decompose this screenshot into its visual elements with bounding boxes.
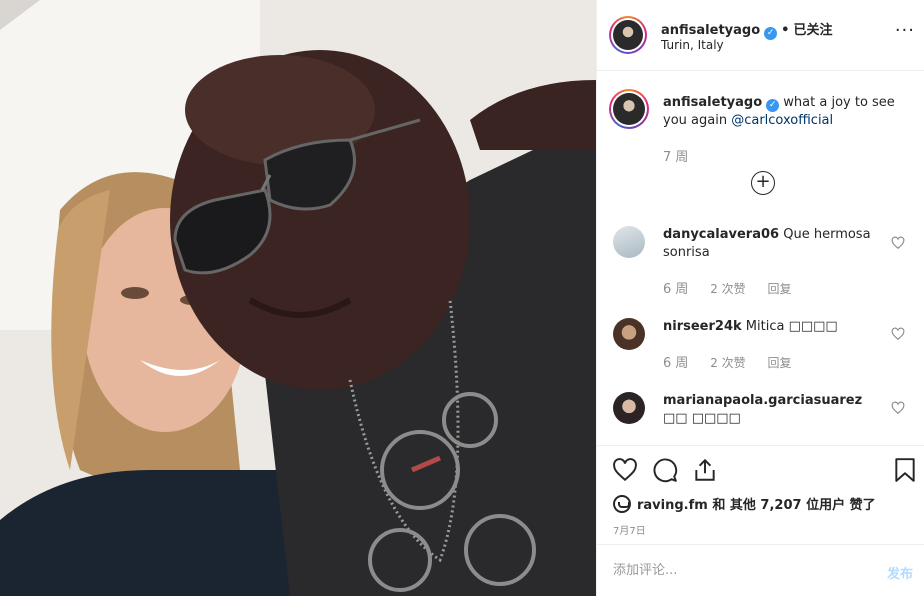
liker-avatar-icon: [613, 495, 631, 513]
post-dialog: anfisaletyago ✓ • 已关注 Turin, Italy ··· anfi…: [0, 0, 924, 596]
comment-icon[interactable]: [652, 457, 678, 483]
post-location[interactable]: Turin, Italy: [661, 38, 724, 52]
commenter-avatar[interactable]: [613, 392, 645, 424]
load-more-comments-icon[interactable]: +: [751, 171, 775, 195]
comment-meta: 6 周 2 次赞 回复: [663, 352, 810, 371]
likes-count[interactable]: 7,207: [760, 498, 801, 513]
bookmark-icon[interactable]: [892, 457, 918, 483]
commenter-username[interactable]: marianapaola.garciasuarez: [663, 393, 862, 408]
comment-reply-button[interactable]: 回复: [768, 356, 792, 370]
caption-avatar[interactable]: [609, 89, 649, 129]
author-line: anfisaletyago ✓ • 已关注: [661, 19, 832, 40]
add-comment-bar: 发布: [597, 544, 924, 596]
likes-suffix: 位用户 赞了: [806, 498, 876, 513]
share-icon[interactable]: [692, 457, 718, 483]
heart-icon[interactable]: [612, 457, 638, 483]
post-header: anfisaletyago ✓ • 已关注 Turin, Italy ···: [597, 0, 924, 71]
caption-time[interactable]: 7 周: [663, 146, 688, 165]
comment-time[interactable]: 6 周: [663, 282, 688, 297]
photo-image: [0, 0, 596, 596]
commenter-avatar[interactable]: [613, 318, 645, 350]
post-actions: raving.fm 和 其他 7,207 位用户 赞了 7月7日: [597, 445, 924, 544]
post-date[interactable]: 7月7日: [613, 522, 646, 537]
post-photo[interactable]: [0, 0, 596, 596]
comment-text: nirseer24k Mitica □□□□: [663, 318, 883, 336]
post-side-panel: anfisaletyago ✓ • 已关注 Turin, Italy ··· anfi…: [596, 0, 924, 596]
follow-status-button[interactable]: 已关注: [793, 23, 832, 38]
author-avatar[interactable]: [609, 16, 647, 54]
caption-mention[interactable]: @carlcoxofficial: [731, 113, 833, 128]
liker-username[interactable]: raving.fm: [637, 498, 708, 513]
caption-text: anfisaletyago ✓ what a joy to see you aga…: [663, 94, 913, 130]
comment-time[interactable]: 6 周: [663, 356, 688, 371]
likes-summary[interactable]: raving.fm 和 其他 7,207 位用户 赞了: [613, 494, 876, 513]
commenter-avatar[interactable]: [613, 226, 645, 258]
comment-heart-icon[interactable]: [891, 327, 905, 341]
commenter-username[interactable]: danycalavera06: [663, 227, 779, 242]
verified-icon: ✓: [764, 27, 778, 40]
comment-likes[interactable]: 2 次赞: [710, 282, 745, 296]
caption-username[interactable]: anfisaletyago: [663, 95, 762, 110]
verified-icon: ✓: [766, 99, 780, 112]
commenter-username[interactable]: nirseer24k: [663, 319, 742, 334]
comment-likes[interactable]: 2 次赞: [710, 356, 745, 370]
comment-reply-button[interactable]: 回复: [768, 282, 792, 296]
author-username[interactable]: anfisaletyago: [661, 23, 760, 38]
comment-text: marianapaola.garciasuarez □□ □□□□: [663, 392, 883, 428]
comment-body: □□ □□□□: [663, 411, 741, 426]
separator: •: [781, 23, 790, 38]
comment-heart-icon[interactable]: [891, 401, 905, 415]
more-options-icon[interactable]: ···: [895, 22, 915, 40]
comment-body: Mitica □□□□: [745, 319, 838, 334]
post-comment-button[interactable]: 发布: [887, 563, 913, 582]
comment-meta: 6 周 2 次赞 回复: [663, 278, 810, 297]
comment-text: danycalavera06 Que hermosa sonrisa: [663, 226, 883, 262]
comment-input[interactable]: [613, 563, 853, 578]
comment-heart-icon[interactable]: [891, 236, 905, 250]
likes-middle: 和 其他: [712, 498, 756, 513]
